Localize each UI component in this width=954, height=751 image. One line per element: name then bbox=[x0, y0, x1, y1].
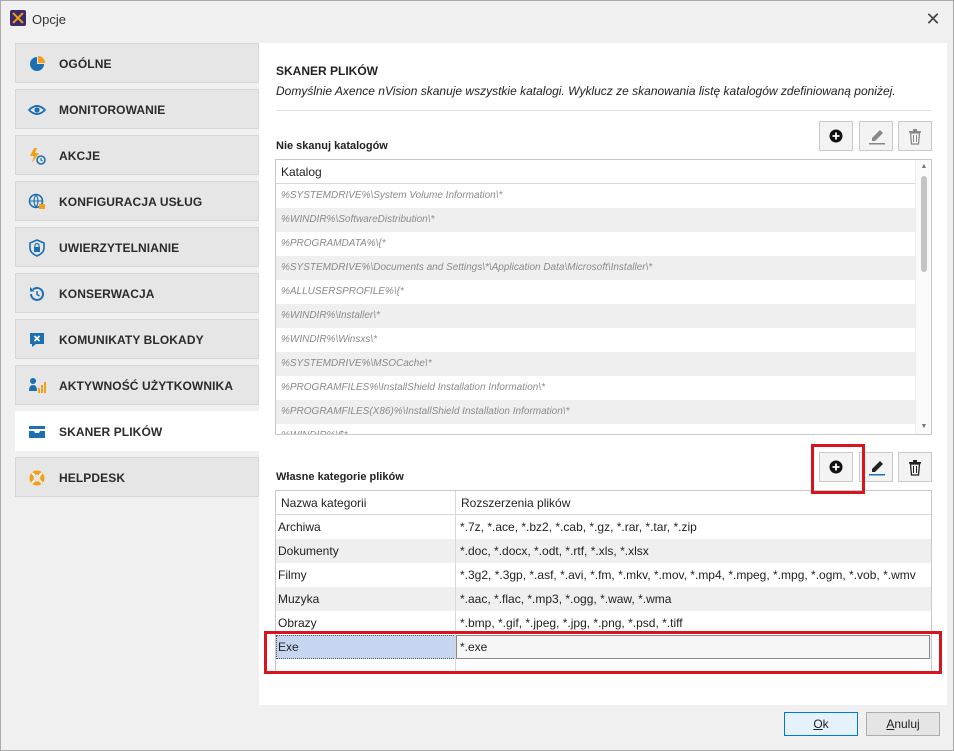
selected-cell[interactable] bbox=[276, 635, 456, 659]
cancel-button[interactable]: Anuluj bbox=[866, 712, 940, 736]
excluded-folders-title: Nie skanuj katalogów bbox=[276, 140, 388, 152]
list-item[interactable]: %WINDIR%\SoftwareDistribution\* bbox=[276, 208, 916, 232]
sidebar-item-authentication[interactable]: UWIERZYTELNIANIE bbox=[15, 227, 259, 267]
blocked-message-icon bbox=[30, 333, 44, 347]
edit-folder-button[interactable] bbox=[859, 121, 893, 151]
extensions-cell: *.aac, *.flac, *.mp3, *.ogg, *.waw, *.wm… bbox=[460, 592, 672, 606]
trash-icon bbox=[909, 129, 921, 145]
pencil-icon bbox=[869, 130, 885, 145]
table-row[interactable]: Dokumenty *.doc, *.docx, *.odt, *.rtf, *.… bbox=[276, 539, 931, 563]
add-folder-button[interactable] bbox=[819, 121, 853, 151]
sidebar-item-label: UWIERZYTELNIANIE bbox=[59, 241, 180, 255]
list-item[interactable]: %WINDIR%\$* bbox=[276, 424, 916, 434]
sidebar-item-maintenance[interactable]: KONSERWACJA bbox=[15, 273, 259, 313]
sidebar-item-service-config[interactable]: KONFIGURACJA USŁUG bbox=[15, 181, 259, 221]
ok-button[interactable]: Ok bbox=[784, 712, 858, 736]
lightning-clock-icon bbox=[30, 148, 46, 165]
options-window: Opcje ✕ OGÓLNE MONITOROWANIE AKCJE KONFI… bbox=[0, 0, 954, 751]
sidebar-item-helpdesk[interactable]: HELPDESK bbox=[15, 457, 259, 497]
column-header-category-name[interactable]: Nazwa kategorii bbox=[281, 496, 366, 510]
sidebar-item-block-messages[interactable]: KOMUNIKATY BLOKADY bbox=[15, 319, 259, 359]
title-bar: Opcje ✕ bbox=[1, 1, 953, 37]
inbox-scanner-icon bbox=[29, 426, 45, 438]
plus-circle-icon bbox=[829, 460, 843, 474]
scroll-down-icon[interactable]: ▼ bbox=[916, 420, 931, 434]
add-category-button[interactable] bbox=[819, 452, 853, 482]
lifebuoy-icon bbox=[29, 470, 45, 486]
page-description: Domyślnie Axence nVision skanuje wszystk… bbox=[276, 84, 896, 98]
divider bbox=[276, 110, 931, 111]
trash-icon bbox=[909, 460, 921, 476]
table-row[interactable]: Exe *.exe bbox=[276, 635, 931, 659]
column-header-extensions[interactable]: Rozszerzenia plików bbox=[461, 496, 570, 510]
list-item[interactable]: %WINDIR%\Installer\* bbox=[276, 304, 916, 328]
extensions-cell: *.3g2, *.3gp, *.asf, *.avi, *.fm, *.mkv,… bbox=[460, 568, 916, 582]
list-item[interactable]: %SYSTEMDRIVE%\MSOCache\* bbox=[276, 352, 916, 376]
plus-circle-icon bbox=[829, 129, 843, 143]
sidebar-item-label: AKTYWNOŚĆ UŻYTKOWNIKA bbox=[59, 379, 234, 393]
table-row[interactable]: Archiwa *.7z, *.ace, *.bz2, *.cab, *.gz, … bbox=[276, 515, 931, 539]
column-header-folder[interactable]: Katalog bbox=[276, 160, 916, 184]
sidebar-item-label: KONSERWACJA bbox=[59, 287, 155, 301]
page-title: SKANER PLIKÓW bbox=[276, 64, 378, 78]
column-divider bbox=[455, 491, 456, 673]
sidebar-item-actions[interactable]: AKCJE bbox=[15, 135, 259, 175]
extensions-cell: *.exe bbox=[460, 640, 488, 654]
list-item[interactable]: %SYSTEMDRIVE%\Documents and Settings\*\A… bbox=[276, 256, 916, 280]
list-item[interactable]: %PROGRAMDATA%\{* bbox=[276, 232, 916, 256]
table-row[interactable]: Muzyka *.aac, *.flac, *.mp3, *.ogg, *.waw… bbox=[276, 587, 931, 611]
delete-category-button[interactable] bbox=[898, 452, 932, 482]
close-button[interactable]: ✕ bbox=[923, 9, 943, 29]
shield-lock-icon bbox=[29, 239, 45, 257]
sidebar-item-general[interactable]: OGÓLNE bbox=[15, 43, 259, 83]
extensions-cell: *.bmp, *.gif, *.jpeg, *.jpg, *.png, *.ps… bbox=[460, 616, 683, 630]
custom-categories-grid: Nazwa kategorii Rozszerzenia plików Arch… bbox=[275, 490, 932, 674]
list-item[interactable]: %PROGRAMFILES(X86)%\InstallShield Instal… bbox=[276, 400, 916, 424]
extensions-cell: *.7z, *.ace, *.bz2, *.cab, *.gz, *.rar, … bbox=[460, 520, 697, 534]
file-scanner-panel: SKANER PLIKÓW Domyślnie Axence nVision s… bbox=[259, 43, 947, 705]
list-item[interactable]: %WINDIR%\Winsxs\* bbox=[276, 328, 916, 352]
extensions-cell: *.doc, *.docx, *.odt, *.rtf, *.xls, *.xl… bbox=[460, 544, 649, 558]
list-item[interactable]: %PROGRAMFILES%\InstallShield Installatio… bbox=[276, 376, 916, 400]
sidebar-item-label: KONFIGURACJA USŁUG bbox=[59, 195, 203, 209]
sidebar-item-label: AKCJE bbox=[59, 149, 101, 163]
category-name-cell: Archiwa bbox=[278, 520, 321, 534]
eye-icon bbox=[28, 105, 46, 115]
extensions-edit-field[interactable] bbox=[456, 635, 930, 659]
sidebar-item-file-scanner[interactable]: SKANER PLIKÓW bbox=[15, 411, 261, 451]
grid-header: Nazwa kategorii Rozszerzenia plików bbox=[276, 491, 931, 515]
window-title: Opcje bbox=[32, 12, 66, 27]
list-item[interactable]: %ALLUSERSPROFILE%\{* bbox=[276, 280, 916, 304]
user-activity-icon bbox=[29, 378, 46, 393]
custom-categories-title: Własne kategorie plików bbox=[276, 471, 404, 483]
category-name-cell: Muzyka bbox=[278, 592, 320, 606]
pie-chart-icon bbox=[30, 56, 45, 71]
sidebar: OGÓLNE MONITOROWANIE AKCJE KONFIGURACJA … bbox=[15, 41, 261, 501]
sidebar-item-monitoring[interactable]: MONITOROWANIE bbox=[15, 89, 259, 129]
list-item[interactable]: %SYSTEMDRIVE%\System Volume Information\… bbox=[276, 184, 916, 208]
category-name-cell: Filmy bbox=[278, 568, 307, 582]
scroll-up-icon[interactable]: ▲ bbox=[916, 160, 931, 174]
sidebar-item-label: SKANER PLIKÓW bbox=[59, 425, 163, 439]
delete-folder-button[interactable] bbox=[898, 121, 932, 151]
excluded-folders-list: Katalog %SYSTEMDRIVE%\System Volume Info… bbox=[275, 159, 932, 435]
category-name-cell: Dokumenty bbox=[278, 544, 339, 558]
table-row[interactable]: Filmy *.3g2, *.3gp, *.asf, *.avi, *.fm, *… bbox=[276, 563, 931, 587]
sidebar-item-label: HELPDESK bbox=[59, 471, 126, 485]
category-name-cell: Exe bbox=[278, 640, 299, 654]
pencil-icon bbox=[869, 461, 885, 476]
sidebar-item-label: MONITOROWANIE bbox=[59, 103, 166, 117]
edit-category-button[interactable] bbox=[859, 452, 893, 482]
table-row[interactable]: Obrazy *.bmp, *.gif, *.jpeg, *.jpg, *.png… bbox=[276, 611, 931, 635]
sidebar-item-label: KOMUNIKATY BLOKADY bbox=[59, 333, 204, 347]
category-name-cell: Obrazy bbox=[278, 616, 317, 630]
axence-logo-icon bbox=[10, 10, 26, 26]
globe-lock-icon bbox=[28, 193, 45, 209]
vertical-scrollbar[interactable]: ▲ ▼ bbox=[915, 160, 931, 434]
scrollbar-thumb[interactable] bbox=[921, 176, 927, 272]
sidebar-item-user-activity[interactable]: AKTYWNOŚĆ UŻYTKOWNIKA bbox=[15, 365, 259, 405]
restore-icon bbox=[30, 286, 44, 301]
excluded-folders-rows: %SYSTEMDRIVE%\System Volume Information\… bbox=[276, 184, 916, 434]
sidebar-item-label: OGÓLNE bbox=[59, 57, 112, 71]
